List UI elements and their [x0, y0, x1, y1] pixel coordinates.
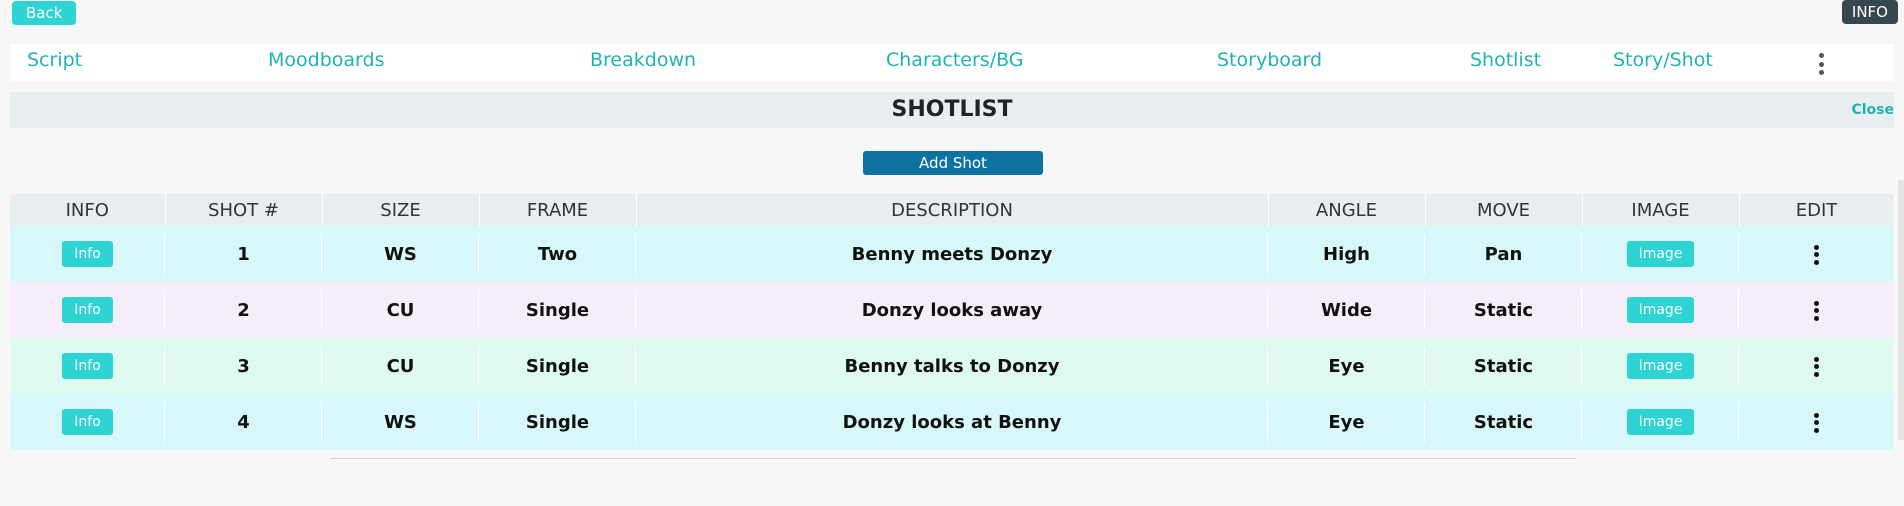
vertical-ellipsis-icon[interactable]: [1814, 300, 1820, 321]
dot: [1814, 427, 1819, 433]
cell-size: WS: [322, 394, 479, 450]
info-button[interactable]: Info: [62, 241, 113, 267]
info-button[interactable]: Info: [62, 297, 113, 323]
cell-shot: 3: [165, 338, 322, 394]
cell-angle: High: [1268, 226, 1425, 282]
dot: [1814, 412, 1819, 418]
cell-info: Info: [10, 282, 165, 338]
table-row: Info 3 CU Single Benny talks to Donzy Ey…: [10, 338, 1894, 394]
image-button[interactable]: Image: [1626, 241, 1695, 267]
cell-info: Info: [10, 226, 165, 282]
cell-size: CU: [322, 282, 479, 338]
dot: [1814, 364, 1819, 369]
col-header-info: INFO: [10, 194, 166, 226]
dot: [1814, 420, 1819, 425]
vertical-ellipsis-icon[interactable]: [1814, 412, 1820, 433]
nav-tab-characters-bg[interactable]: Characters/BG: [886, 44, 1024, 81]
dot: [1818, 61, 1824, 67]
cell-image: Image: [1582, 394, 1739, 450]
image-button[interactable]: Image: [1626, 353, 1695, 379]
cell-edit: [1739, 282, 1894, 338]
col-header-size: SIZE: [322, 194, 480, 226]
info-button[interactable]: Info: [62, 353, 113, 379]
cell-description: Benny meets Donzy: [636, 226, 1268, 282]
cell-move: Static: [1425, 338, 1582, 394]
cell-angle: Wide: [1268, 282, 1425, 338]
info-button[interactable]: Info: [62, 409, 113, 435]
nav-tab-moodboards[interactable]: Moodboards: [268, 44, 384, 81]
back-button[interactable]: Back: [12, 1, 77, 25]
cell-shot: 1: [165, 226, 322, 282]
cell-image: Image: [1582, 338, 1739, 394]
table-row: Info 1 WS Two Benny meets Donzy High Pan…: [10, 226, 1894, 282]
info-button[interactable]: INFO: [1841, 0, 1898, 24]
cell-move: Pan: [1425, 226, 1582, 282]
nav-tab-story-shot[interactable]: Story/Shot: [1613, 44, 1713, 81]
cell-size: CU: [322, 338, 479, 394]
cell-angle: Eye: [1268, 394, 1425, 450]
vertical-ellipsis-icon[interactable]: [1814, 356, 1820, 377]
col-header-angle: ANGLE: [1268, 194, 1426, 226]
dot: [1814, 259, 1819, 265]
cell-frame: Single: [479, 338, 636, 394]
cell-description: Donzy looks away: [636, 282, 1268, 338]
cell-description: Benny talks to Donzy: [636, 338, 1268, 394]
scrollbar[interactable]: [1898, 180, 1904, 440]
table-header-row: INFO SHOT # SIZE FRAME DESCRIPTION ANGLE…: [10, 194, 1895, 226]
cell-size: WS: [322, 226, 479, 282]
nav-tab-storyboard[interactable]: Storyboard: [1217, 44, 1322, 81]
col-header-edit: EDIT: [1739, 194, 1895, 226]
vertical-ellipsis-icon[interactable]: [1814, 244, 1820, 265]
dot: [1818, 70, 1824, 75]
dot: [1814, 252, 1819, 257]
cell-edit: [1739, 394, 1894, 450]
add-shot-button[interactable]: Add Shot: [863, 151, 1043, 175]
cell-frame: Single: [479, 282, 636, 338]
cell-frame: Two: [479, 226, 636, 282]
col-header-frame: FRAME: [479, 194, 637, 226]
dot: [1814, 315, 1819, 321]
nav-tab-breakdown[interactable]: Breakdown: [590, 44, 696, 81]
cell-shot: 4: [165, 394, 322, 450]
cell-move: Static: [1425, 282, 1582, 338]
image-button[interactable]: Image: [1626, 297, 1695, 323]
shotlist-header: SHOTLIST Close: [10, 92, 1894, 128]
shot-table: INFO SHOT # SIZE FRAME DESCRIPTION ANGLE…: [10, 194, 1895, 450]
cell-frame: Single: [479, 394, 636, 450]
cell-info: Info: [10, 394, 165, 450]
col-header-description: DESCRIPTION: [636, 194, 1269, 226]
dot: [1818, 53, 1824, 58]
nav-tab-script[interactable]: Script: [27, 44, 82, 81]
cell-edit: [1739, 338, 1894, 394]
dot: [1814, 300, 1819, 306]
cell-angle: Eye: [1268, 338, 1425, 394]
cell-image: Image: [1582, 282, 1739, 338]
image-button[interactable]: Image: [1626, 409, 1695, 435]
page-title: SHOTLIST: [891, 97, 1013, 122]
col-header-image: IMAGE: [1582, 194, 1740, 226]
table-row: Info 4 WS Single Donzy looks at Benny Ey…: [10, 394, 1894, 450]
vertical-ellipsis-icon[interactable]: [1818, 53, 1824, 75]
close-button[interactable]: Close: [1851, 92, 1894, 128]
cell-edit: [1739, 226, 1894, 282]
cell-description: Donzy looks at Benny: [636, 394, 1268, 450]
dot: [1814, 371, 1819, 377]
dot: [1814, 244, 1819, 250]
nav-tab-shotlist[interactable]: Shotlist: [1470, 44, 1541, 81]
divider: [330, 458, 1576, 459]
cell-shot: 2: [165, 282, 322, 338]
cell-image: Image: [1582, 226, 1739, 282]
cell-move: Static: [1425, 394, 1582, 450]
top-nav: Script Moodboards Breakdown Characters/B…: [10, 44, 1894, 81]
col-header-shot: SHOT #: [165, 194, 323, 226]
table-row: Info 2 CU Single Donzy looks away Wide S…: [10, 282, 1894, 338]
cell-info: Info: [10, 338, 165, 394]
col-header-move: MOVE: [1425, 194, 1583, 226]
dot: [1814, 356, 1819, 362]
dot: [1814, 308, 1819, 313]
